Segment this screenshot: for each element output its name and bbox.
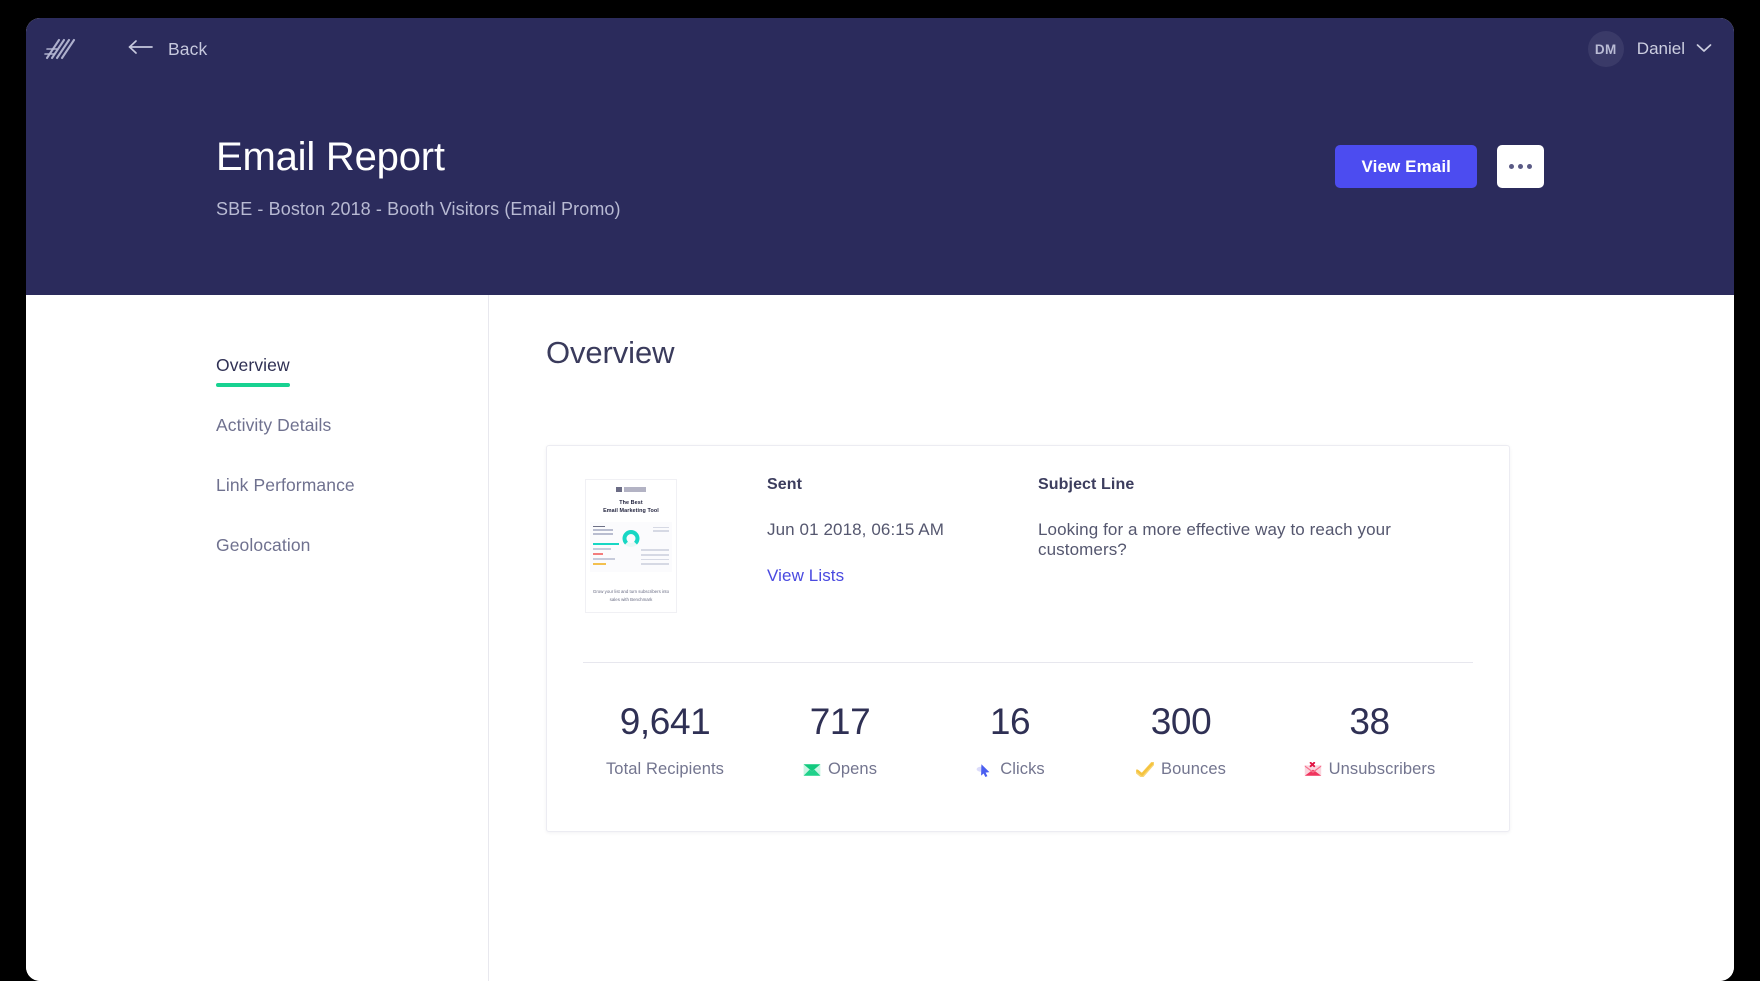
sidebar-item-label: Geolocation xyxy=(216,535,311,555)
subject-line-value: Looking for a more effective way to reac… xyxy=(1038,520,1391,559)
stat-caption: Bounces xyxy=(1095,760,1267,779)
stat-value: 717 xyxy=(809,701,871,742)
thumbnail-heading-line2: Email Marketing Tool xyxy=(603,508,659,515)
avatar: DM xyxy=(1587,31,1624,67)
sent-value: Jun 01 2018, 06:15 AM xyxy=(767,520,944,539)
red-envelope-x-icon xyxy=(1304,762,1322,777)
thumbnail-stat-lines-left xyxy=(593,525,613,537)
stat-label: Bounces xyxy=(1161,760,1226,778)
thumbnail-stat-lines-right xyxy=(653,526,669,534)
subject-line-column: Subject Line Looking for a more effectiv… xyxy=(1038,476,1473,626)
thumbnail-logo xyxy=(616,487,646,492)
stat-unsubscribers: 38 Unsubscribers xyxy=(1267,703,1472,779)
thumbnail-footer-line2: sales with Benchmark xyxy=(609,596,653,602)
sent-label: Sent xyxy=(767,476,803,493)
ellipsis-icon xyxy=(1518,164,1523,169)
sidebar-item-label: Activity Details xyxy=(216,415,332,435)
stat-value: 300 xyxy=(1150,701,1212,742)
stat-caption: Total Recipients xyxy=(575,760,755,779)
stat-caption: Unsubscribers xyxy=(1267,760,1472,779)
back-label: Back xyxy=(168,38,208,59)
ellipsis-icon xyxy=(1509,164,1514,169)
stat-clicks: 16 Clicks xyxy=(925,703,1095,779)
top-navigation-bar: Back DM Daniel xyxy=(26,18,1734,80)
sidebar-item-overview[interactable]: Overview xyxy=(216,355,290,387)
thumbnail-chart-panel xyxy=(590,521,672,572)
stat-total-recipients: 9,641 Total Recipients xyxy=(575,703,755,779)
user-name-label: Daniel xyxy=(1636,39,1685,58)
thumbnail-footer: Grow your list and turn subscribers into… xyxy=(586,588,676,603)
title-block: Email Report SBE - Boston 2018 - Booth V… xyxy=(216,135,621,220)
sent-column: Sent Jun 01 2018, 06:15 AM View Lists xyxy=(767,476,1017,626)
stat-opens: 717 Opens xyxy=(755,703,925,779)
stat-label: Total Recipients xyxy=(605,760,725,778)
overview-summary-card: The Best Email Marketing Tool Grow your … xyxy=(546,445,1510,832)
page-header: Back DM Daniel Email Report SBE - Boston… xyxy=(26,18,1734,295)
main-content: Overview The Best Email Marketing Tool G… xyxy=(489,295,1734,981)
thumbnail-heading: The Best Email Marketing Tool xyxy=(586,499,676,516)
arrow-left-icon xyxy=(128,39,154,60)
stat-value: 38 xyxy=(1349,701,1390,742)
stat-bounces: 300 Bounces xyxy=(1095,703,1267,779)
sidebar-item-label: Link Performance xyxy=(216,475,355,495)
thumbnail-bar-rows xyxy=(593,542,637,568)
email-thumbnail-preview[interactable]: The Best Email Marketing Tool Grow your … xyxy=(585,479,677,613)
active-underline xyxy=(216,443,331,447)
stat-label: Clicks xyxy=(1000,760,1045,778)
card-top-row: The Best Email Marketing Tool Grow your … xyxy=(547,446,1509,626)
app-window: Back DM Daniel Email Report SBE - Boston… xyxy=(26,18,1734,981)
page-body: Overview Activity Details Link Performan… xyxy=(26,295,1734,981)
stat-label: Opens xyxy=(827,760,878,778)
sidebar-item-label: Overview xyxy=(216,355,290,375)
header-actions: View Email xyxy=(1335,145,1544,188)
view-email-button[interactable]: View Email xyxy=(1335,145,1477,188)
user-menu[interactable]: DM Daniel xyxy=(1587,31,1712,67)
active-underline xyxy=(216,563,311,567)
blue-cursor-icon xyxy=(975,762,993,777)
stats-row: 9,641 Total Recipients 717 Opens 16 Clic… xyxy=(547,663,1509,831)
thumbnail-side-rows xyxy=(641,549,669,567)
stat-label: Unsubscribers xyxy=(1328,760,1436,778)
sidebar-item-geolocation[interactable]: Geolocation xyxy=(216,535,311,567)
subject-line-label: Subject Line xyxy=(1038,476,1135,493)
report-sidebar-nav: Overview Activity Details Link Performan… xyxy=(26,295,489,981)
green-envelope-icon xyxy=(803,762,821,777)
chevron-down-icon xyxy=(1696,40,1712,58)
yellow-check-icon xyxy=(1136,762,1155,777)
more-options-button[interactable] xyxy=(1497,145,1544,188)
active-underline xyxy=(216,503,355,507)
section-title: Overview xyxy=(546,335,675,370)
stat-caption: Clicks xyxy=(925,760,1095,779)
thumbnail-heading-line1: The Best xyxy=(619,500,643,506)
active-underline xyxy=(216,383,290,387)
view-lists-link[interactable]: View Lists xyxy=(767,566,844,586)
sidebar-item-activity-details[interactable]: Activity Details xyxy=(216,415,331,447)
ellipsis-icon xyxy=(1527,164,1532,169)
stat-value: 9,641 xyxy=(619,701,711,742)
thumbnail-footer-line1: Grow your list and turn subscribers into xyxy=(592,589,670,595)
stat-caption: Opens xyxy=(755,760,925,779)
page-subtitle: SBE - Boston 2018 - Booth Visitors (Emai… xyxy=(216,199,621,220)
back-button[interactable]: Back xyxy=(128,39,207,60)
stat-value: 16 xyxy=(989,701,1031,742)
page-title: Email Report xyxy=(216,135,445,179)
benchmark-slashes-logo[interactable] xyxy=(38,32,80,66)
sidebar-item-link-performance[interactable]: Link Performance xyxy=(216,475,355,507)
